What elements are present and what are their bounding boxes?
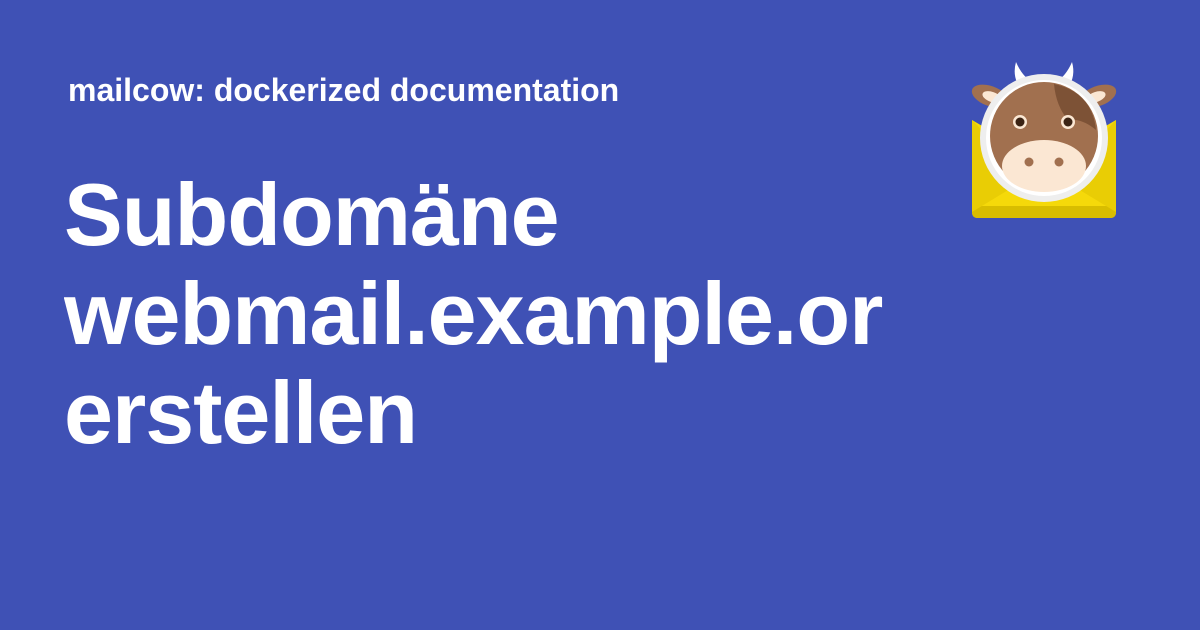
page-title-line-1: Subdomäne <box>64 165 560 264</box>
page-title-container: Subdomäne webmail.example.org erstellen <box>64 165 886 465</box>
social-card: mailcow: dockerized documentation Subdom… <box>0 0 1200 630</box>
mailcow-cow-envelope-icon <box>968 58 1120 220</box>
site-name: mailcow: dockerized documentation <box>68 72 620 108</box>
page-title-line-3: erstellen <box>64 363 418 462</box>
page-title-line-2: webmail.example.org <box>64 264 886 363</box>
page-title: Subdomäne webmail.example.org erstellen <box>64 165 886 462</box>
